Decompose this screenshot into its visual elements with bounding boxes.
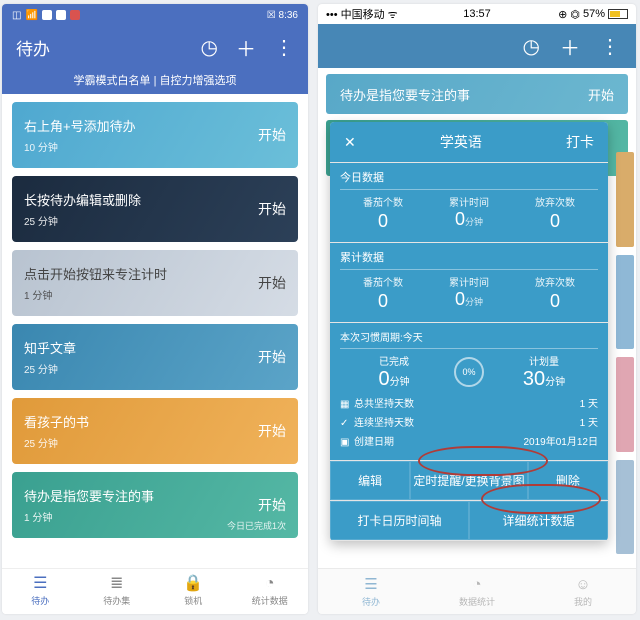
start-button[interactable]: 开始: [258, 495, 286, 515]
modal-buttons-row1: 编辑 定时提醒/更换背景图 删除: [330, 461, 608, 501]
clock-icon[interactable]: ◷: [201, 35, 218, 60]
todo-card[interactable]: 右上角+号添加待办10 分钟开始: [12, 102, 298, 168]
list-icon: ≣: [110, 576, 123, 592]
tab-sets[interactable]: ≣待办集: [79, 569, 156, 614]
todo-card[interactable]: 长按待办编辑或删除25 分钟开始: [12, 176, 298, 242]
checkin-button[interactable]: 打卡: [566, 132, 594, 152]
modal-title: 学英语: [440, 132, 482, 152]
pie-icon: ◔: [265, 576, 275, 592]
settings-banner[interactable]: 学霸模式白名单 | 自控力增强选项: [2, 68, 308, 94]
header: 待办 ◷ ＋ ⋮: [2, 26, 308, 68]
bottom-tabs: ☰待办 ◔数据统计 ☺我的: [318, 568, 636, 614]
check-icon: ✓: [340, 414, 354, 433]
page-title: 待办: [16, 35, 50, 60]
delete-button[interactable]: 删除: [528, 461, 608, 500]
edit-button[interactable]: 编辑: [330, 461, 410, 500]
tab-stats[interactable]: ◔数据统计: [424, 569, 530, 614]
date-icon: ▣: [340, 433, 354, 452]
menu-icon[interactable]: ⋮: [600, 34, 620, 59]
add-icon[interactable]: ＋: [236, 33, 256, 62]
todo-card[interactable]: 点击开始按钮来专注计时1 分钟开始: [12, 250, 298, 316]
phone-right: ••• 中国移动 ᯤ 13:57 ⊕ ⏣ 57% ◷ ＋ ⋮ 待办是指您要专注的…: [318, 4, 636, 614]
start-button[interactable]: 开始: [258, 347, 286, 367]
start-button[interactable]: 开始: [258, 199, 286, 219]
calendar-timeline-button[interactable]: 打卡日历时间轴: [330, 501, 469, 540]
close-icon[interactable]: ✕: [344, 134, 356, 151]
tab-me[interactable]: ☺我的: [530, 569, 636, 614]
tab-lock[interactable]: 🔒锁机: [155, 569, 232, 614]
start-button[interactable]: 开始: [258, 273, 286, 293]
bg-side-strips: [616, 152, 634, 554]
bottom-tabs: ☰待办 ≣待办集 🔒锁机 ◔统计数据: [2, 568, 308, 614]
modal-buttons-row2: 打卡日历时间轴 详细统计数据: [330, 501, 608, 541]
period-section: 本次习惯周期:今天 已完成0分钟 0% 计划量30分钟 ▦总共坚持天数1 天 ✓…: [330, 323, 608, 461]
today-section: 今日数据 番茄个数0 累计时间0分钟 放弃次数0: [330, 163, 608, 243]
lock-icon: 🔒: [183, 576, 203, 592]
phone-left: ◫📶 ☒ 8:36 待办 ◷ ＋ ⋮ 学霸模式白名单 | 自控力增强选项 右上角…: [2, 4, 308, 614]
todo-list: 右上角+号添加待办10 分钟开始 长按待办编辑或删除25 分钟开始 点击开始按钮…: [2, 102, 308, 538]
header: ◷ ＋ ⋮: [318, 24, 636, 68]
list-icon: ☰: [33, 576, 47, 592]
tab-stats[interactable]: ◔统计数据: [232, 569, 309, 614]
todo-card[interactable]: 看孩子的书25 分钟开始: [12, 398, 298, 464]
detailed-stats-button[interactable]: 详细统计数据: [469, 501, 608, 540]
start-button[interactable]: 开始: [258, 125, 286, 145]
detail-modal: ✕ 学英语 打卡 今日数据 番茄个数0 累计时间0分钟 放弃次数0 累计数据 番…: [330, 122, 608, 541]
tab-todo[interactable]: ☰待办: [318, 569, 424, 614]
start-button[interactable]: 开始: [258, 421, 286, 441]
calendar-icon: ▦: [340, 395, 354, 414]
tab-todo[interactable]: ☰待办: [2, 569, 79, 614]
todo-card[interactable]: 待办是指您要专注的事1 分钟开始今日已完成1次: [12, 472, 298, 538]
status-bar: ••• 中国移动 ᯤ 13:57 ⊕ ⏣ 57%: [318, 4, 636, 24]
progress-ring: 0%: [454, 357, 484, 387]
status-time: 13:57: [318, 8, 636, 20]
status-bar: ◫📶 ☒ 8:36: [2, 4, 308, 26]
clock-icon[interactable]: ◷: [523, 34, 540, 59]
todo-card[interactable]: 知乎文章25 分钟开始: [12, 324, 298, 390]
menu-icon[interactable]: ⋮: [274, 35, 294, 60]
reminder-bg-button[interactable]: 定时提醒/更换背景图: [410, 461, 527, 500]
add-icon[interactable]: ＋: [560, 32, 580, 61]
status-time: 8:36: [279, 10, 298, 21]
total-section: 累计数据 番茄个数0 累计时间0分钟 放弃次数0: [330, 243, 608, 323]
bg-card[interactable]: 待办是指您要专注的事开始: [326, 74, 628, 114]
